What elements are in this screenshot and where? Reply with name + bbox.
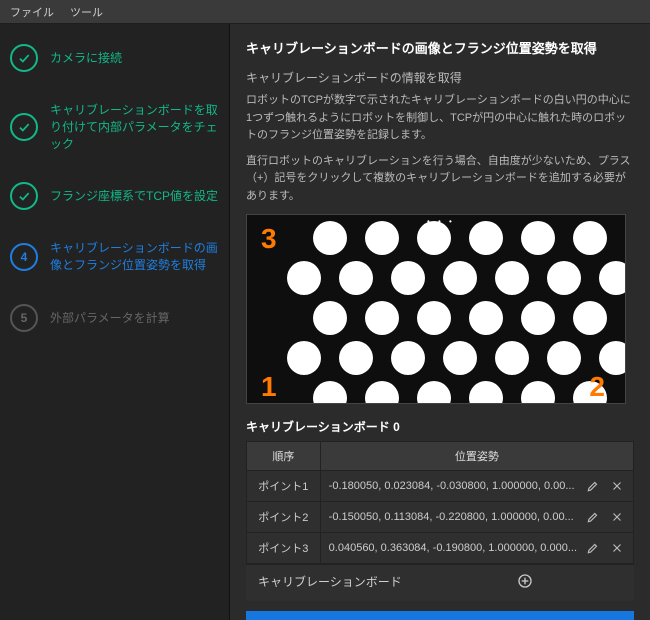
calib-dot	[287, 341, 321, 375]
calib-dot	[391, 261, 425, 295]
board-marker-1: 1	[261, 371, 277, 403]
step-capture-pose[interactable]: 4 キャリブレーションボードの画像とフランジ位置姿勢を取得	[10, 240, 219, 274]
step-label: カメラに接続	[50, 50, 122, 67]
edit-icon[interactable]	[585, 509, 601, 525]
calib-dot	[417, 381, 451, 404]
add-board-row: キャリブレーションボード	[246, 564, 634, 601]
menu-tool[interactable]: ツール	[70, 4, 103, 20]
pose-value: 0.040560, 0.363084, -0.190800, 1.000000,…	[329, 542, 577, 554]
row-index: ポイント3	[247, 532, 321, 563]
calib-dot	[287, 261, 321, 295]
calib-dot	[313, 381, 347, 404]
step-compute-extrinsic[interactable]: 5 外部パラメータを計算	[10, 304, 219, 332]
row-index: ポイント2	[247, 501, 321, 532]
calib-dot	[599, 261, 626, 295]
pose-value: -0.180050, 0.023084, -0.030800, 1.000000…	[329, 480, 577, 492]
close-icon[interactable]	[609, 509, 625, 525]
calib-dot	[521, 381, 555, 404]
calib-dot	[365, 301, 399, 335]
check-icon	[10, 113, 38, 141]
edit-icon[interactable]	[585, 540, 601, 556]
step-connect-camera[interactable]: カメラに接続	[10, 44, 219, 72]
step-tcp-flange[interactable]: フランジ座標系でTCP値を設定	[10, 182, 219, 210]
table-row: ポイント2 -0.150050, 0.113084, -0.220800, 1.0…	[247, 501, 634, 532]
table-row: ポイント1 -0.180050, 0.023084, -0.030800, 1.0…	[247, 470, 634, 501]
close-icon[interactable]	[609, 478, 625, 494]
tiny-dots-icon: • • •	[427, 217, 455, 226]
section-subtitle: キャリブレーションボードの情報を取得	[246, 69, 634, 86]
row-pose-cell: 0.040560, 0.363084, -0.190800, 1.000000,…	[320, 532, 633, 563]
add-board-button[interactable]	[424, 573, 626, 593]
calib-dot	[495, 261, 529, 295]
check-icon	[10, 44, 38, 72]
calib-dot	[339, 261, 373, 295]
calib-dot	[417, 301, 451, 335]
edit-icon[interactable]	[585, 478, 601, 494]
col-header-index: 順序	[247, 441, 321, 470]
calib-dot	[547, 261, 581, 295]
col-header-pose: 位置姿勢	[320, 441, 633, 470]
update-data-button[interactable]: データを更新	[246, 611, 634, 620]
calib-dot	[521, 221, 555, 255]
board-marker-2: 2	[589, 371, 605, 403]
row-pose-cell: -0.180050, 0.023084, -0.030800, 1.000000…	[320, 470, 633, 501]
row-index: ポイント1	[247, 470, 321, 501]
calib-dot	[495, 341, 529, 375]
menubar: ファイル ツール	[0, 0, 650, 24]
description-text: 直行ロボットのキャリブレーションを行う場合、自由度が少ないため、プラス（+）記号…	[246, 153, 634, 206]
step-number-icon: 4	[10, 243, 38, 271]
content-panel: キャリブレーションボードの画像とフランジ位置姿勢を取得 キャリブレーションボード…	[230, 24, 650, 620]
calib-dot	[365, 221, 399, 255]
step-label: キャリブレーションボードの画像とフランジ位置姿勢を取得	[50, 240, 219, 274]
step-label: 外部パラメータを計算	[50, 310, 170, 327]
calib-dot	[313, 301, 347, 335]
calib-dot	[469, 221, 503, 255]
description-text: ロボットのTCPが数字で示されたキャリブレーションボードの白い円の中心に1つずつ…	[246, 92, 634, 145]
close-icon[interactable]	[609, 540, 625, 556]
calib-dot	[469, 301, 503, 335]
step-attach-board[interactable]: キャリブレーションボードを取り付けて内部パラメータをチェック	[10, 102, 219, 152]
add-board-label: キャリブレーションボード	[254, 573, 424, 593]
calib-dot	[443, 261, 477, 295]
calib-dot	[443, 341, 477, 375]
check-icon	[10, 182, 38, 210]
calib-dot	[339, 341, 373, 375]
pose-table: 順序 位置姿勢 ポイント1 -0.180050, 0.023084, -0.030…	[246, 441, 634, 564]
row-pose-cell: -0.150050, 0.113084, -0.220800, 1.000000…	[320, 501, 633, 532]
calib-dot	[313, 221, 347, 255]
step-number-icon: 5	[10, 304, 38, 332]
page-title: キャリブレーションボードの画像とフランジ位置姿勢を取得	[246, 38, 634, 57]
calib-dot	[547, 341, 581, 375]
step-label: キャリブレーションボードを取り付けて内部パラメータをチェック	[50, 102, 219, 152]
calib-dot	[599, 341, 626, 375]
board-marker-3: 3	[261, 223, 277, 255]
calibration-board-image: • • • 3 1 2	[246, 214, 626, 404]
calib-dot	[417, 221, 451, 255]
calib-dot	[573, 221, 607, 255]
calib-dot	[521, 301, 555, 335]
calib-dot	[391, 341, 425, 375]
step-label: フランジ座標系でTCP値を設定	[50, 188, 218, 205]
sidebar: カメラに接続 キャリブレーションボードを取り付けて内部パラメータをチェック フラ…	[0, 24, 230, 620]
calib-dot	[365, 381, 399, 404]
calib-dot	[573, 301, 607, 335]
menu-file[interactable]: ファイル	[10, 4, 54, 20]
board-section-title: キャリブレーションボード 0	[246, 418, 634, 435]
calib-dot	[469, 381, 503, 404]
table-row: ポイント3 0.040560, 0.363084, -0.190800, 1.00…	[247, 532, 634, 563]
pose-value: -0.150050, 0.113084, -0.220800, 1.000000…	[329, 511, 577, 523]
